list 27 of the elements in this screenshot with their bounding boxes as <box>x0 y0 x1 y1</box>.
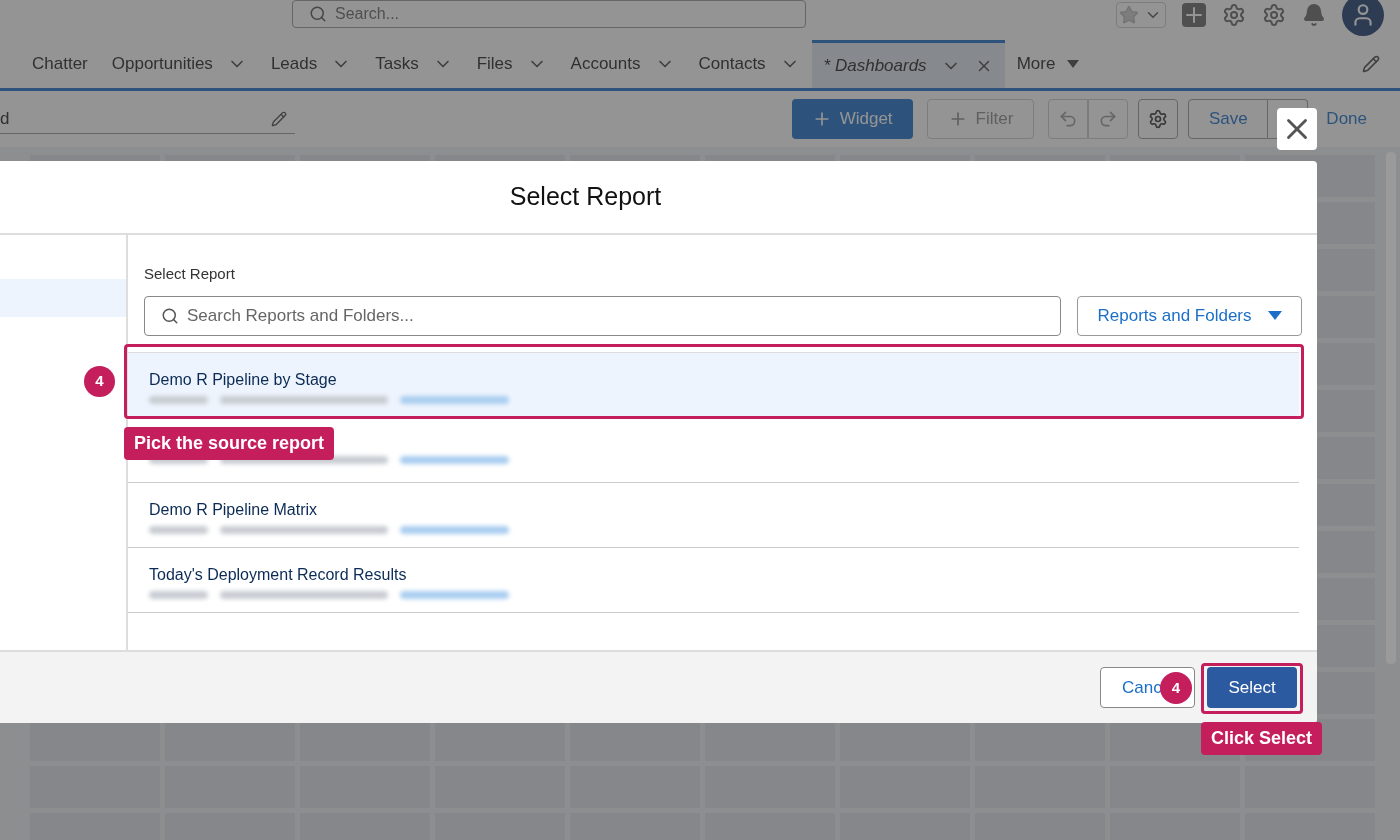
nav-tab[interactable]: Files <box>464 40 559 88</box>
dashboard-name-field[interactable]: d <box>0 104 295 134</box>
step-tooltip: Click Select <box>1201 722 1323 755</box>
report-title: Demo R Pipeline by Stage <box>149 369 338 390</box>
nav-tab[interactable]: Leads <box>258 40 364 88</box>
nav-tab[interactable]: Accounts <box>558 40 687 88</box>
nav-tab[interactable]: Opportunities <box>99 40 259 88</box>
search-field[interactable]: Search... <box>292 0 806 28</box>
nav-tab[interactable]: Contacts <box>686 40 812 88</box>
select-button[interactable]: Select <box>1207 667 1297 708</box>
search-placeholder: Search Reports and Folders... <box>187 304 414 327</box>
nav-tab[interactable]: * Dashboards <box>811 40 1005 88</box>
nav-tab[interactable]: Tasks <box>363 40 465 88</box>
step-tooltip: Pick the source report <box>124 427 335 460</box>
report-row[interactable]: Demo R Pipeline by Stage <box>128 352 1299 418</box>
done-link[interactable]: Done <box>1326 106 1367 132</box>
search-placeholder: Search... <box>335 4 400 24</box>
report-search-field[interactable]: Search Reports and Folders... <box>144 295 1061 336</box>
field-label: Select Report <box>144 264 236 284</box>
more-tab[interactable]: More <box>1004 40 1092 88</box>
nav-tab[interactable]: Chatter <box>20 40 100 88</box>
widget-button[interactable]: Widget <box>791 99 913 139</box>
save-button[interactable]: Save <box>1188 99 1269 139</box>
report-title: Demo R Pipeline Matrix <box>149 499 319 520</box>
scope-dropdown[interactable]: Reports and Folders <box>1077 295 1302 336</box>
modal-title: Select Report <box>509 181 662 213</box>
report-title: Today's Deployment Record Results <box>149 564 408 585</box>
